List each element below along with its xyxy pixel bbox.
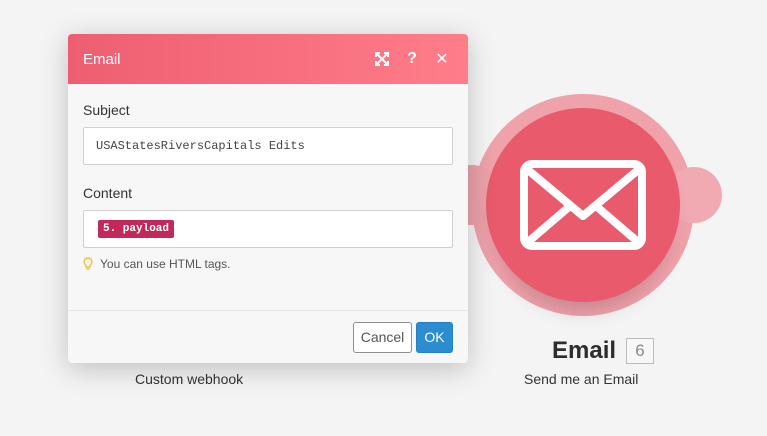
email-module-title-row: Email 6: [552, 336, 655, 366]
hint-text: You can use HTML tags.: [100, 257, 231, 271]
ok-button[interactable]: OK: [416, 321, 453, 353]
email-module-title: Email: [552, 337, 617, 364]
subject-input-value: USAStatesRiversCapitals Edits: [96, 139, 305, 153]
email-settings-dialog: Email ? ✕ Subject USAStatesRiversCapital…: [68, 34, 468, 363]
dialog-title: Email: [83, 50, 121, 68]
content-input[interactable]: 5. payload: [83, 210, 453, 248]
email-module-subtitle: Send me an Email: [524, 371, 639, 387]
envelope-icon: [520, 160, 646, 250]
cancel-button[interactable]: Cancel: [353, 321, 412, 353]
dialog-footer: Cancel OK: [68, 310, 468, 363]
email-module-id-badge: 6: [626, 338, 655, 364]
help-icon[interactable]: ?: [401, 48, 423, 70]
close-icon[interactable]: ✕: [431, 48, 453, 70]
subject-input[interactable]: USAStatesRiversCapitals Edits: [83, 127, 453, 165]
email-module[interactable]: [486, 108, 680, 302]
subject-label: Subject: [83, 102, 130, 118]
payload-token[interactable]: 5. payload: [98, 220, 175, 238]
dialog-body: Subject USAStatesRiversCapitals Edits Co…: [68, 84, 468, 271]
webhook-module-label: Custom webhook: [135, 371, 244, 387]
html-hint: You can use HTML tags.: [83, 257, 453, 271]
content-label: Content: [83, 185, 133, 201]
lightbulb-icon: [83, 257, 93, 270]
dialog-header: Email ? ✕: [68, 34, 468, 84]
expand-icon[interactable]: [371, 48, 393, 70]
